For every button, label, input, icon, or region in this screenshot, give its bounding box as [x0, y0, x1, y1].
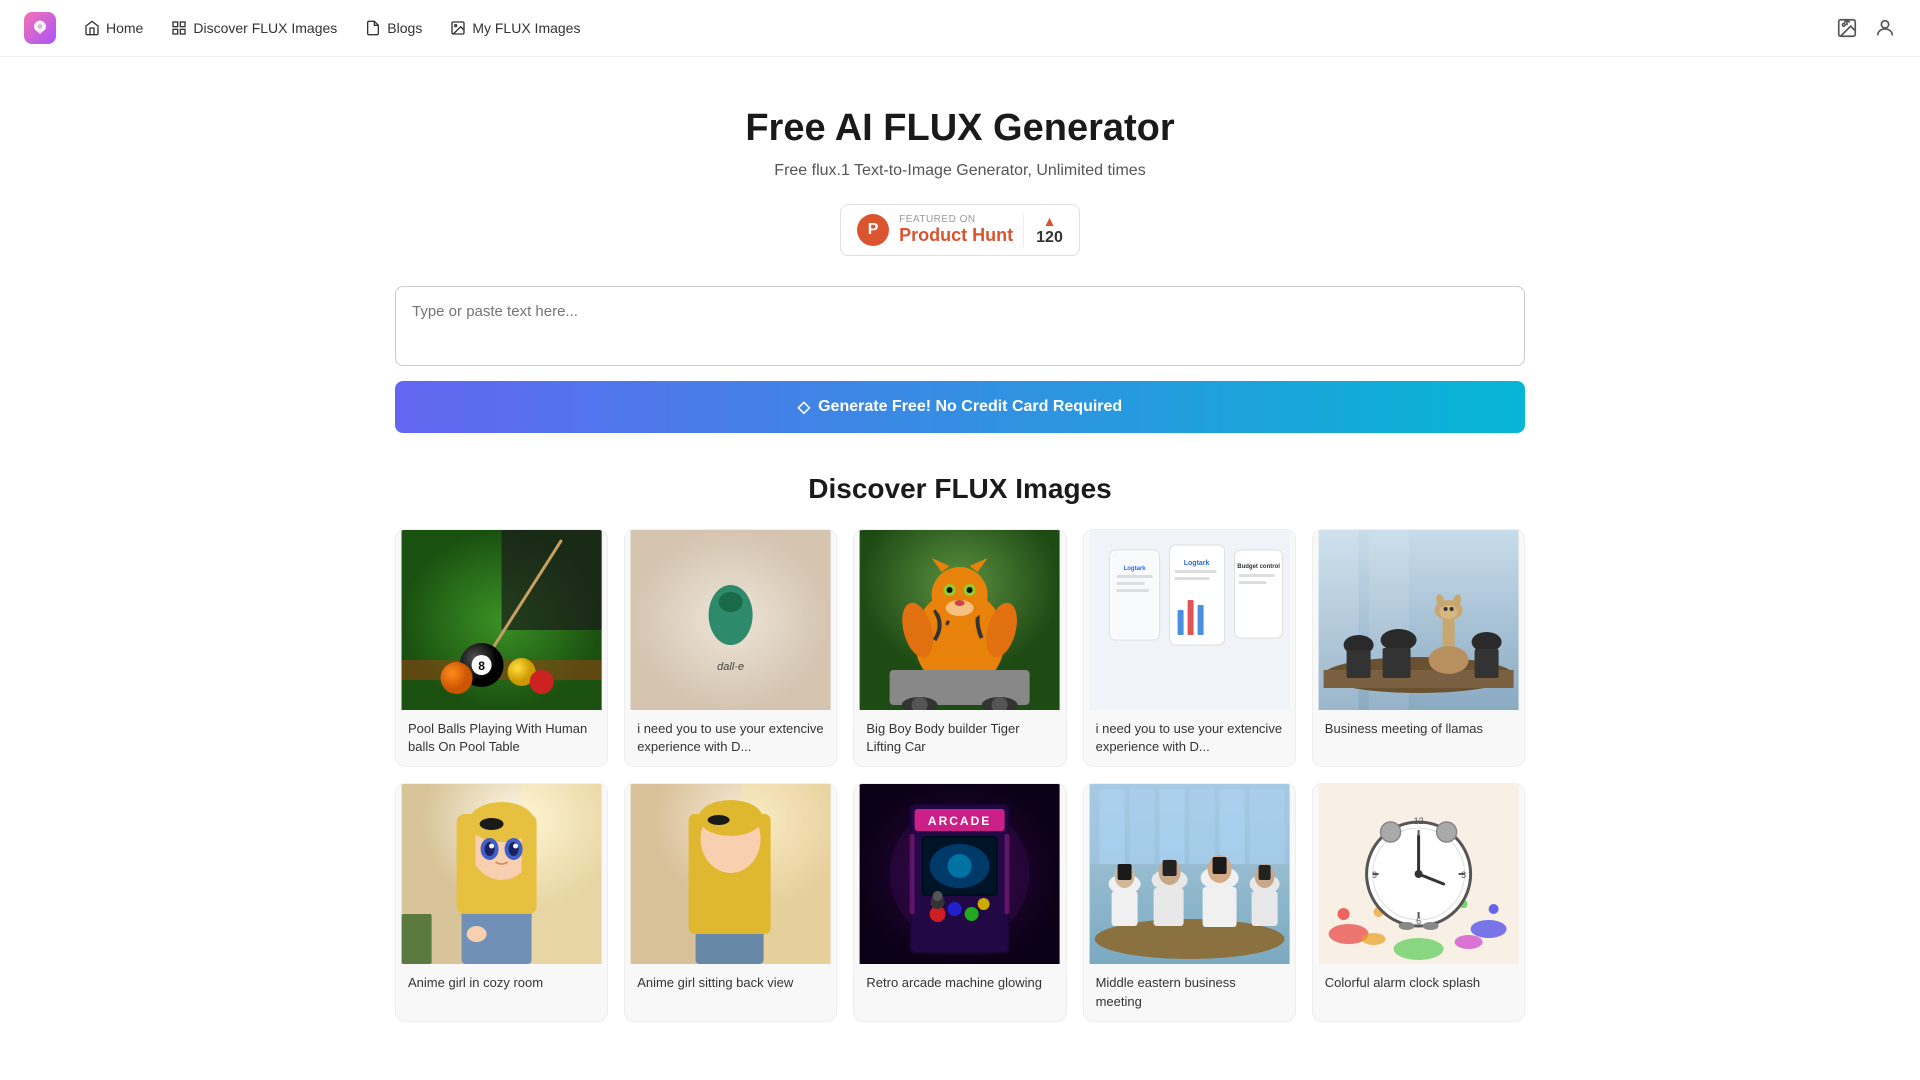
- nav-discover[interactable]: Discover FLUX Images: [171, 20, 337, 36]
- card-label-mideast: Middle eastern business meeting: [1084, 964, 1295, 1020]
- image-grid-row2: Anime girl in cozy room: [395, 783, 1525, 1021]
- image-card-pool[interactable]: 8 Pool Balls Playing With Human balls On…: [395, 529, 608, 767]
- prompt-input[interactable]: [395, 286, 1525, 366]
- card-label-llama: Business meeting of llamas: [1313, 710, 1524, 748]
- ph-logo-icon: P: [857, 214, 889, 246]
- card-label-anime1: Anime girl in cozy room: [396, 964, 607, 1002]
- hero-section: Free AI FLUX Generator Free flux.1 Text-…: [0, 57, 1920, 286]
- image-card-anime1[interactable]: Anime girl in cozy room: [395, 783, 608, 1021]
- logo[interactable]: [24, 12, 56, 44]
- generator-section: ◇ Generate Free! No Credit Card Required: [320, 286, 1600, 433]
- nav-left: Home Discover FLUX Images Blogs My FLUX …: [24, 12, 580, 44]
- ph-featured-label: FEATURED ON: [899, 214, 975, 225]
- image-card-dali[interactable]: dall·e i need you to use your extencive …: [624, 529, 837, 767]
- hero-subtitle: Free flux.1 Text-to-Image Generator, Unl…: [20, 162, 1900, 180]
- image-grid-row1: 8 Pool Balls Playing With Human balls On…: [395, 529, 1525, 767]
- image-card-tiger[interactable]: Big Boy Body builder Tiger Lifting Car: [853, 529, 1066, 767]
- navbar: Home Discover FLUX Images Blogs My FLUX …: [0, 0, 1920, 57]
- svg-text:12: 12: [1413, 816, 1423, 826]
- hero-title: Free AI FLUX Generator: [20, 107, 1900, 150]
- card-label-dali: i need you to use your extencive experie…: [625, 710, 836, 766]
- image-card-loge[interactable]: Logtark Logtark Budget control: [1083, 529, 1296, 767]
- ph-text: FEATURED ON Product Hunt: [899, 214, 1013, 246]
- generate-label: Generate Free! No Credit Card Required: [818, 398, 1122, 416]
- nav-my-images[interactable]: My FLUX Images: [450, 20, 580, 36]
- nav-blogs[interactable]: Blogs: [365, 20, 422, 36]
- product-hunt-badge[interactable]: P FEATURED ON Product Hunt ▲ 120: [840, 204, 1080, 256]
- svg-text:6: 6: [1416, 916, 1421, 926]
- ph-name: Product Hunt: [899, 225, 1013, 246]
- card-label-pool: Pool Balls Playing With Human balls On P…: [396, 710, 607, 766]
- discover-section: Discover FLUX Images: [320, 473, 1600, 1022]
- svg-text:Logtark: Logtark: [1123, 566, 1146, 572]
- image-card-mideast[interactable]: Middle eastern business meeting: [1083, 783, 1296, 1021]
- card-label-anime2: Anime girl sitting back view: [625, 964, 836, 1002]
- ph-count: ▲ 120: [1023, 213, 1063, 247]
- svg-text:dall·e: dall·e: [717, 661, 744, 673]
- svg-text:Logtark: Logtark: [1183, 560, 1209, 567]
- image-card-arcade[interactable]: ARCADE: [853, 783, 1066, 1021]
- svg-text:ARCADE: ARCADE: [928, 814, 991, 828]
- svg-text:8: 8: [478, 659, 485, 673]
- generate-icon: ◇: [798, 397, 810, 417]
- image-card-llama[interactable]: Business meeting of llamas: [1312, 529, 1525, 767]
- svg-text:3: 3: [1461, 870, 1466, 880]
- generate-button[interactable]: ◇ Generate Free! No Credit Card Required: [395, 381, 1525, 433]
- nav-right: [1836, 17, 1896, 39]
- image-card-anime2[interactable]: Anime girl sitting back view: [624, 783, 837, 1021]
- image-upload-icon[interactable]: [1836, 17, 1858, 39]
- svg-text:9: 9: [1372, 870, 1377, 880]
- ph-number: 120: [1036, 229, 1063, 247]
- card-label-clock: Colorful alarm clock splash: [1313, 964, 1524, 1002]
- card-label-tiger: Big Boy Body builder Tiger Lifting Car: [854, 710, 1065, 766]
- user-icon[interactable]: [1874, 17, 1896, 39]
- discover-title: Discover FLUX Images: [395, 473, 1525, 505]
- ph-arrow-icon: ▲: [1043, 213, 1057, 229]
- card-label-arcade: Retro arcade machine glowing: [854, 964, 1065, 1002]
- card-label-loge: i need you to use your extencive experie…: [1084, 710, 1295, 766]
- nav-home[interactable]: Home: [84, 20, 143, 36]
- image-card-clock[interactable]: 12 3 6 9 Colorful alarm clock splash: [1312, 783, 1525, 1021]
- svg-text:Budget control: Budget control: [1237, 564, 1280, 570]
